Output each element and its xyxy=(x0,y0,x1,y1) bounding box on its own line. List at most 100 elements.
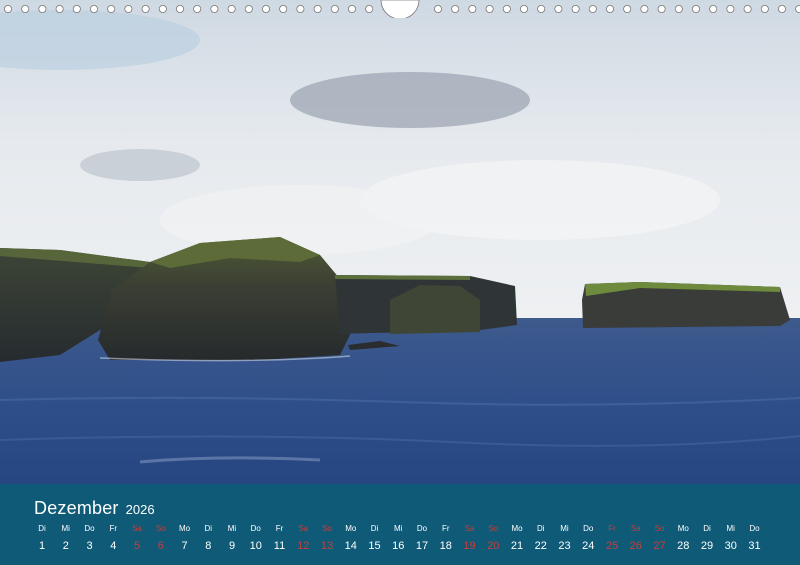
binding-hole xyxy=(606,5,615,13)
day-number: 23 xyxy=(558,540,571,552)
day-number: 31 xyxy=(748,540,761,552)
binding-hole xyxy=(158,5,167,13)
day-cell: Di 15 xyxy=(363,524,387,553)
day-number: 5 xyxy=(133,540,141,552)
weekday-label: Mi xyxy=(61,524,70,533)
day-cell: Do 17 xyxy=(410,524,434,553)
day-cell: Fr 25 xyxy=(600,524,624,553)
binding-hole xyxy=(347,5,356,13)
day-number: 12 xyxy=(297,540,310,552)
day-number: 14 xyxy=(344,540,357,552)
day-cell: Do 24 xyxy=(576,524,600,553)
weekday-label: Di xyxy=(703,524,711,533)
day-number: 19 xyxy=(463,540,476,552)
binding-hole xyxy=(657,5,666,13)
binding-hole xyxy=(520,5,529,13)
day-number: 29 xyxy=(700,540,714,552)
weekday-label: Do xyxy=(84,524,95,533)
binding-hole xyxy=(709,5,718,13)
weekday-label: Mi xyxy=(560,524,569,533)
spiral-binding xyxy=(0,0,800,18)
binding-hole xyxy=(623,5,632,13)
day-cell: Fr 18 xyxy=(434,524,458,553)
binding-hole xyxy=(193,5,202,13)
day-cell: Di 29 xyxy=(695,524,719,553)
day-number: 21 xyxy=(510,540,524,552)
day-cell: Sa 19 xyxy=(458,524,482,553)
binding-hole xyxy=(640,5,649,13)
day-row: Di 1 Mi 2 Do 3 Fr 4 Sa 5 So 6 Mo 7 Di 8 Mi 9 Do 10 Fr 11 Sa 12 S… xyxy=(30,524,775,556)
binding-hole xyxy=(55,5,64,13)
day-number: 28 xyxy=(677,540,690,552)
month-year: 2026 xyxy=(125,502,155,517)
weekday-label: Do xyxy=(416,524,428,533)
day-cell: Do 10 xyxy=(244,524,268,553)
day-number: 26 xyxy=(629,540,642,552)
day-cell: Mo 28 xyxy=(671,524,695,553)
binding-hole xyxy=(485,5,494,13)
weekday-label: Mo xyxy=(345,524,357,533)
day-cell: So 13 xyxy=(315,524,339,553)
binding-hole xyxy=(141,5,150,13)
weekday-label: Fr xyxy=(608,524,616,533)
day-number: 25 xyxy=(605,540,619,552)
weekday-label: Di xyxy=(38,524,46,533)
binding-hole xyxy=(227,5,236,13)
binding-hole xyxy=(72,5,81,13)
binding-hole xyxy=(468,5,477,13)
binding-hole xyxy=(674,5,683,13)
day-cell: Mi 16 xyxy=(386,524,410,553)
binding-hole xyxy=(21,5,30,13)
binding-hole xyxy=(107,5,116,13)
weekday-label: Sa xyxy=(298,524,309,533)
binding-hole xyxy=(175,5,184,13)
weekday-label: Sa xyxy=(132,524,142,533)
binding-hole xyxy=(726,5,735,13)
binding-hole xyxy=(502,5,511,13)
day-cell: Do 3 xyxy=(78,524,102,553)
day-cell: Di 22 xyxy=(529,524,553,553)
day-cell: Mi 2 xyxy=(54,524,78,553)
day-cell: Mo 7 xyxy=(173,524,197,553)
weekday-label: Mo xyxy=(511,524,523,533)
weekday-label: Mo xyxy=(178,524,191,533)
weekday-label: Mi xyxy=(227,524,237,533)
day-cell: Mi 9 xyxy=(220,524,244,553)
day-number: 10 xyxy=(249,540,262,552)
day-number: 18 xyxy=(439,540,452,552)
binding-hole xyxy=(330,5,339,13)
day-number: 3 xyxy=(86,540,93,552)
day-cell: Di 1 xyxy=(30,524,54,553)
coastal-cliffs-photo xyxy=(0,0,800,484)
weekday-label: Di xyxy=(536,524,545,533)
day-cell: So 20 xyxy=(481,524,505,553)
weekday-label: Mi xyxy=(394,524,403,533)
weekday-label: Fr xyxy=(109,524,118,533)
weekday-label: Mi xyxy=(726,524,735,533)
day-cell: Do 31 xyxy=(743,524,767,553)
day-cell: Mo 21 xyxy=(505,524,529,553)
day-number: 13 xyxy=(320,540,334,552)
binding-hole xyxy=(279,5,288,13)
day-number: 6 xyxy=(157,540,164,552)
weekday-label: Sa xyxy=(464,524,475,533)
day-cell: Sa 12 xyxy=(291,524,315,553)
day-number: 11 xyxy=(273,540,286,552)
day-number: 22 xyxy=(534,540,547,552)
binding-hole xyxy=(90,5,99,13)
day-number: 17 xyxy=(415,540,429,552)
day-number: 30 xyxy=(724,540,737,552)
day-cell: Fr 11 xyxy=(268,524,292,553)
day-cell: Sa 26 xyxy=(624,524,648,553)
binding-hole xyxy=(210,5,219,13)
weekday-label: Do xyxy=(250,524,261,533)
day-number: 16 xyxy=(392,540,405,552)
binding-hole xyxy=(313,5,322,13)
binding-hole xyxy=(244,5,253,13)
day-cell: Di 8 xyxy=(196,524,220,553)
binding-hole xyxy=(760,5,769,13)
day-number: 27 xyxy=(653,540,666,552)
calendar-footer: Dezember 2026 Di 1 Mi 2 Do 3 Fr 4 Sa 5 So 6 Mo 7 Di 8 Mi… xyxy=(0,484,800,565)
weekday-label: Sa xyxy=(630,524,641,533)
binding-hole xyxy=(4,5,12,13)
